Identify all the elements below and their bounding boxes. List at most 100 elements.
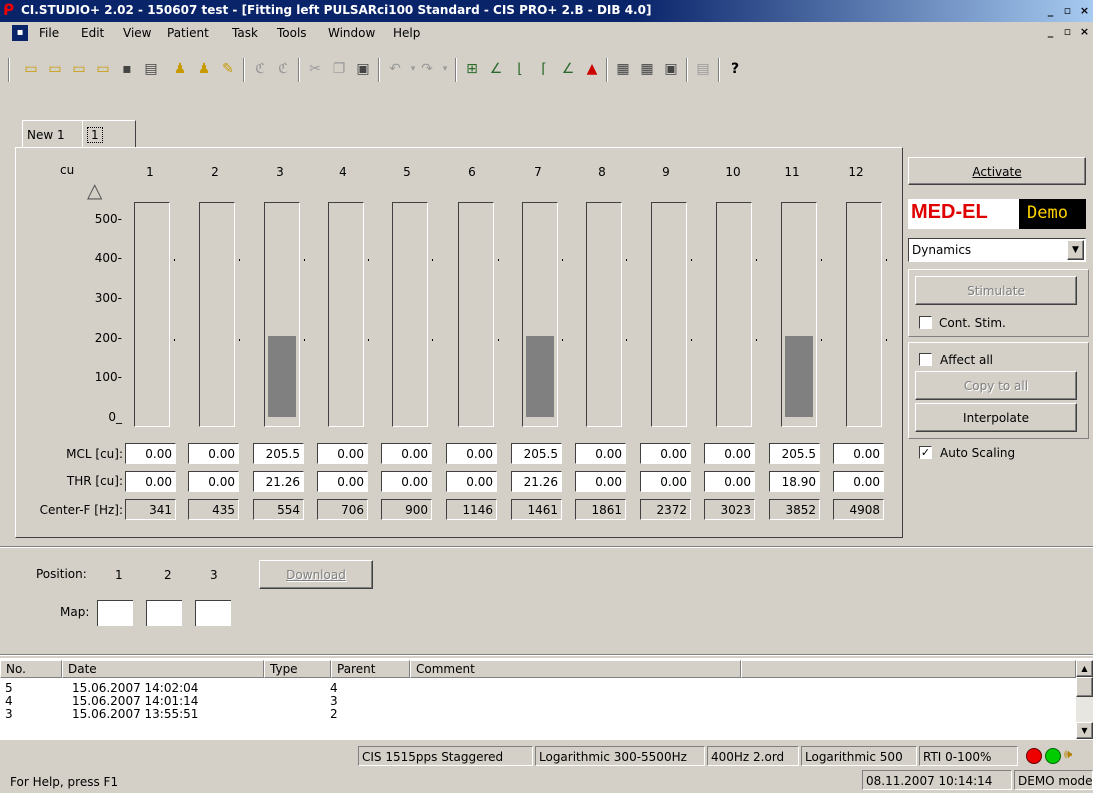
channel-bar[interactable] [264,202,300,427]
mcl-field[interactable]: 0.00 [575,443,626,464]
new-folder-icon[interactable]: ▭ [21,59,41,79]
thr-field[interactable]: 21.26 [253,471,304,492]
thr-field[interactable]: 21.26 [511,471,562,492]
row-parent[interactable]: 4 [330,681,338,695]
auto-scaling-checkbox[interactable]: ✓ [919,446,932,459]
copy-to-all-button[interactable]: Copy to all [915,371,1077,400]
menu-help[interactable]: Help [393,26,420,40]
channel-bar[interactable] [781,202,817,427]
map-field-2[interactable] [146,600,182,626]
print-icon[interactable]: ▤ [141,59,161,79]
app-icon[interactable]: ᑭ [3,2,19,19]
document-icon[interactable]: ▪ [12,25,28,41]
channel-bar[interactable] [328,202,364,427]
thr-field[interactable]: 0.00 [381,471,432,492]
row-date[interactable]: 15.06.2007 14:01:14 [72,694,198,708]
scroll-thumb[interactable] [1076,677,1093,697]
channel-bar[interactable] [716,202,752,427]
properties-icon[interactable]: ▣ [661,59,681,79]
config2-icon[interactable]: ▦ [637,59,657,79]
grid-icon[interactable]: ⊞ [462,59,482,79]
menu-edit[interactable]: Edit [81,26,104,40]
cut-icon[interactable]: ✂ [305,59,325,79]
thr-field[interactable]: 0.00 [125,471,176,492]
activate-button[interactable]: Activate [908,157,1086,185]
close-icon[interactable]: × [1078,4,1091,18]
col-parent[interactable]: Parent [331,660,410,678]
thr-field[interactable]: 0.00 [317,471,368,492]
channel-bar[interactable] [458,202,494,427]
mcl-field[interactable]: 205.5 [769,443,820,464]
open-folder-icon[interactable]: ▭ [69,59,89,79]
mcl-field[interactable]: 205.5 [511,443,562,464]
mcl-field[interactable]: 0.00 [381,443,432,464]
channel-bar[interactable] [392,202,428,427]
channel-bar[interactable] [199,202,235,427]
row-no[interactable]: 5 [5,681,13,695]
menu-task[interactable]: Task [232,26,258,40]
row-date[interactable]: 15.06.2007 13:55:51 [72,707,198,721]
mcl-field[interactable]: 0.00 [704,443,755,464]
patient-icon[interactable]: ♟ [170,59,190,79]
mcl-field[interactable]: 0.00 [317,443,368,464]
menu-tools[interactable]: Tools [277,26,307,40]
alarm-icon[interactable]: ▲ [582,59,602,79]
col-date[interactable]: Date [62,660,264,678]
mcl-field[interactable]: 205.5 [253,443,304,464]
map-field-3[interactable] [195,600,231,626]
channel-bar[interactable] [846,202,882,427]
ear-right-icon[interactable]: ℭ [273,59,293,79]
channel-bar[interactable] [134,202,170,427]
child-restore-icon[interactable]: ▫ [1061,25,1074,39]
child-close-icon[interactable]: × [1078,25,1091,39]
minimize-icon[interactable]: _ [1044,4,1057,18]
redo-dropdown-icon[interactable]: ▾ [435,59,455,79]
undo-icon[interactable]: ↶ [385,59,405,79]
row-parent[interactable]: 2 [330,707,338,721]
config1-icon[interactable]: ▦ [613,59,633,79]
stimulate-button[interactable]: Stimulate [915,276,1077,305]
save-icon[interactable]: ▪ [117,59,137,79]
new-folder2-icon[interactable]: ▭ [45,59,65,79]
row-no[interactable]: 3 [5,707,13,721]
ear-left-icon[interactable]: ℭ [250,59,270,79]
channel-bar[interactable] [586,202,622,427]
thr-field[interactable]: 18.90 [769,471,820,492]
channel-bar[interactable] [651,202,687,427]
curve3-icon[interactable]: ⌈ [534,59,554,79]
mcl-field[interactable]: 0.00 [640,443,691,464]
thr-field[interactable]: 0.00 [833,471,884,492]
list-scrollbar[interactable]: ▲ ▼ [1076,660,1093,739]
mcl-field[interactable]: 0.00 [188,443,239,464]
thr-field[interactable]: 0.00 [640,471,691,492]
curve4-icon[interactable]: ∠ [558,59,578,79]
tab-new-1[interactable]: New 1 [22,120,84,148]
row-date[interactable]: 15.06.2007 14:02:04 [72,681,198,695]
thr-field[interactable]: 0.00 [575,471,626,492]
open-folder2-icon[interactable]: ▭ [93,59,113,79]
menu-file[interactable]: File [39,26,59,40]
row-parent[interactable]: 3 [330,694,338,708]
redo-icon[interactable]: ↷ [417,59,437,79]
row-no[interactable]: 4 [5,694,13,708]
interpolate-button[interactable]: Interpolate [915,403,1077,432]
scroll-down-icon[interactable]: ▼ [1076,722,1093,739]
col-extra[interactable] [741,660,1076,678]
map-field-1[interactable] [97,600,133,626]
channel-bar[interactable] [522,202,558,427]
curve2-icon[interactable]: ⌊ [510,59,530,79]
paste-icon[interactable]: ▣ [353,59,373,79]
patient2-icon[interactable]: ♟ [194,59,214,79]
col-no[interactable]: No. [0,660,62,678]
download-button[interactable]: Download [259,560,373,589]
affect-all-checkbox[interactable] [919,353,932,366]
col-comment[interactable]: Comment [410,660,741,678]
help-icon[interactable]: ? [725,59,745,79]
curve1-icon[interactable]: ∠ [486,59,506,79]
mcl-field[interactable]: 0.00 [446,443,497,464]
col-type[interactable]: Type [264,660,331,678]
thr-field[interactable]: 0.00 [704,471,755,492]
mcl-field[interactable]: 0.00 [833,443,884,464]
scroll-up-icon[interactable]: ▲ [1076,660,1093,677]
thr-field[interactable]: 0.00 [446,471,497,492]
